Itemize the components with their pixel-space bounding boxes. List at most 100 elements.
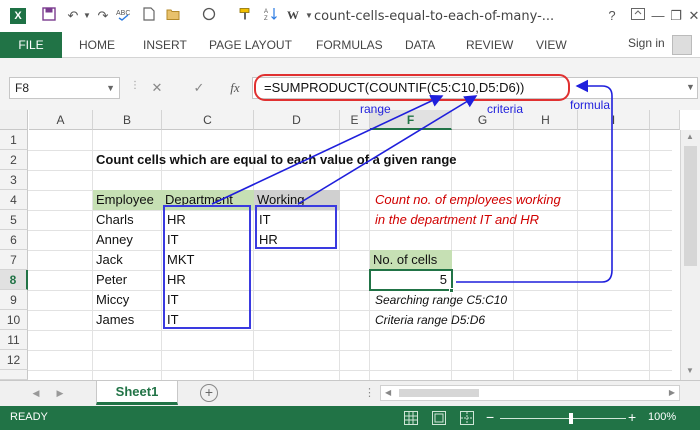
zoom-in-icon[interactable]: + — [628, 409, 636, 425]
column-header-d[interactable]: D — [254, 110, 340, 130]
row-header-11[interactable]: 11 — [0, 330, 28, 350]
row-header-2[interactable]: 2 — [0, 150, 28, 170]
scroll-down-icon[interactable]: ▼ — [686, 366, 694, 375]
tab-formulas[interactable]: FORMULAS — [316, 32, 383, 58]
scroll-right-icon[interactable]: ▶ — [669, 388, 675, 397]
sort-az-icon[interactable]: AZ — [262, 7, 280, 25]
working-cell[interactable]: HR — [256, 230, 278, 250]
undo-icon[interactable]: ↶ — [64, 7, 82, 25]
sheet-title[interactable]: Count cells which are equal to each valu… — [93, 150, 457, 170]
department-cell[interactable]: MKT — [164, 250, 194, 270]
department-cell[interactable]: IT — [164, 230, 179, 250]
next-sheet-icon[interactable]: ▶ — [52, 384, 68, 402]
formula-bar-grip-icon[interactable]: ⋮ — [130, 80, 140, 91]
zoom-out-icon[interactable]: − — [486, 409, 494, 425]
search-range-note[interactable]: Searching range C5:C10 — [372, 290, 507, 310]
employee-cell[interactable]: Miccy — [93, 290, 129, 310]
undo-dropdown-icon[interactable]: ▼ — [82, 7, 92, 25]
page-break-view-icon[interactable] — [460, 411, 474, 425]
cancel-formula-icon[interactable]: ✕ — [148, 77, 166, 99]
column-header-b[interactable]: B — [93, 110, 162, 130]
row-header-10[interactable]: 10 — [0, 310, 28, 330]
worksheet-grid[interactable]: A B C D E F G H I 1 2 3 4 5 6 7 8 9 10 1… — [0, 110, 700, 380]
department-cell[interactable]: IT — [164, 310, 179, 330]
close-icon[interactable]: ✕ — [684, 6, 700, 26]
format-painter-icon[interactable] — [236, 7, 254, 25]
employee-cell[interactable]: Jack — [93, 250, 123, 270]
name-box-dropdown-icon[interactable]: ▼ — [106, 78, 115, 98]
column-header-f[interactable]: F — [370, 110, 452, 130]
row-header-1[interactable]: 1 — [0, 130, 28, 150]
row-header-12[interactable]: 12 — [0, 350, 28, 370]
customize-qat-icon[interactable]: ▼ — [304, 7, 314, 25]
row-header-8[interactable]: 8 — [0, 270, 28, 290]
open-folder-icon[interactable] — [164, 7, 182, 25]
header-employee[interactable]: Employee — [93, 190, 162, 210]
criteria-range-note[interactable]: Criteria range D5:D6 — [372, 310, 485, 330]
help-icon[interactable]: ? — [602, 6, 622, 26]
tab-file[interactable]: FILE — [0, 32, 62, 58]
result-label[interactable]: No. of cells — [370, 250, 452, 270]
header-working[interactable]: Working — [254, 190, 340, 210]
ribbon-display-icon[interactable] — [628, 6, 648, 26]
zoom-slider-track[interactable] — [500, 418, 626, 419]
tab-splitter-icon[interactable]: ⋮ — [364, 386, 375, 399]
sheet-tab-sheet1[interactable]: Sheet1 — [96, 381, 178, 405]
department-cell[interactable]: HR — [164, 210, 186, 230]
row-header-5[interactable]: 5 — [0, 210, 28, 230]
insert-function-icon[interactable]: fx — [226, 77, 244, 99]
add-sheet-icon[interactable]: + — [200, 384, 218, 402]
scroll-thumb[interactable] — [684, 146, 697, 266]
working-cell[interactable]: IT — [256, 210, 271, 230]
column-header-c[interactable]: C — [162, 110, 254, 130]
user-avatar-icon[interactable] — [672, 35, 692, 55]
normal-view-icon[interactable] — [404, 411, 418, 425]
column-header-h[interactable]: H — [514, 110, 578, 130]
column-header-g[interactable]: G — [452, 110, 514, 130]
spellcheck-icon[interactable]: ABC — [114, 7, 132, 25]
page-layout-view-icon[interactable] — [432, 411, 446, 425]
tab-view[interactable]: VIEW — [536, 32, 567, 58]
employee-cell[interactable]: Charls — [93, 210, 134, 230]
employee-cell[interactable]: Anney — [93, 230, 133, 250]
enter-formula-icon[interactable]: ✓ — [190, 77, 208, 99]
tab-review[interactable]: REVIEW — [466, 32, 513, 58]
hscroll-thumb[interactable] — [399, 389, 479, 397]
horizontal-scrollbar[interactable]: ◀ ▶ — [380, 385, 680, 401]
tab-insert[interactable]: INSERT — [143, 32, 187, 58]
note-line-1[interactable]: Count no. of employees working — [372, 190, 561, 210]
sign-in-link[interactable]: Sign in — [628, 32, 665, 54]
zoom-level[interactable]: 100% — [648, 411, 676, 423]
minimize-icon[interactable]: — — [648, 6, 668, 26]
name-box[interactable]: F8 ▼ — [9, 77, 120, 99]
header-department[interactable]: Department — [162, 190, 254, 210]
row-header-6[interactable]: 6 — [0, 230, 28, 250]
department-cell[interactable]: HR — [164, 270, 186, 290]
row-header-4[interactable]: 4 — [0, 190, 28, 210]
save-icon[interactable] — [40, 7, 58, 25]
department-cell[interactable]: IT — [164, 290, 179, 310]
bold-text-icon[interactable]: W — [284, 7, 302, 25]
new-file-icon[interactable] — [140, 7, 158, 25]
employee-cell[interactable]: Peter — [93, 270, 127, 290]
result-cell-f8[interactable]: 5 — [369, 269, 453, 291]
employee-cell[interactable]: James — [93, 310, 134, 330]
row-header-9[interactable]: 9 — [0, 290, 28, 310]
column-header-a[interactable]: A — [29, 110, 93, 130]
row-header-13[interactable] — [0, 370, 28, 380]
prev-sheet-icon[interactable]: ◀ — [28, 384, 44, 402]
tab-data[interactable]: DATA — [405, 32, 435, 58]
zoom-slider-thumb[interactable] — [569, 413, 573, 424]
note-line-2[interactable]: in the department IT and HR — [372, 210, 539, 230]
expand-formula-bar-icon[interactable]: ▼ — [686, 82, 695, 92]
column-header-i[interactable]: I — [578, 110, 650, 130]
column-header-e[interactable]: E — [340, 110, 370, 130]
tab-page-layout[interactable]: PAGE LAYOUT — [209, 32, 292, 58]
redo-icon[interactable]: ↷ — [94, 7, 112, 25]
circle-icon[interactable] — [200, 7, 218, 25]
vertical-scrollbar[interactable]: ▲ ▼ — [680, 130, 700, 380]
scroll-left-icon[interactable]: ◀ — [385, 388, 391, 397]
restore-icon[interactable]: ❐ — [666, 6, 686, 26]
row-header-7[interactable]: 7 — [0, 250, 28, 270]
scroll-up-icon[interactable]: ▲ — [686, 132, 694, 141]
